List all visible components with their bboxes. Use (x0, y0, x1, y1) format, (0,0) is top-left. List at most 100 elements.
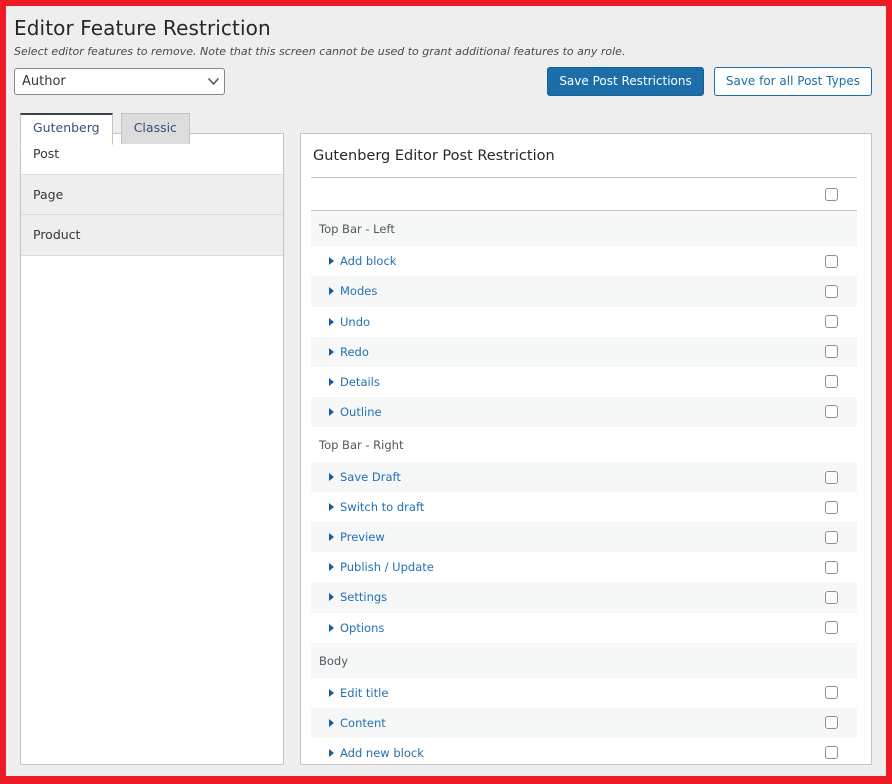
post-type-sidebar: Post Page Product (20, 133, 284, 765)
table-row[interactable]: Undo (311, 307, 861, 337)
panel-right-gutter (857, 134, 871, 764)
triangle-right-icon (329, 593, 334, 601)
feature-checkbox[interactable] (825, 255, 838, 268)
table-row[interactable]: Publish / Update (311, 552, 861, 582)
triangle-right-icon (329, 473, 334, 481)
feature-link[interactable]: Save Draft (340, 470, 401, 484)
feature-link[interactable]: Modes (340, 284, 377, 298)
feature-label-cell: Settings (311, 582, 801, 612)
feature-checkbox-cell (801, 746, 861, 759)
feature-checkbox-cell (801, 686, 861, 699)
triangle-right-icon (329, 503, 334, 511)
controls-row: Author Save Post Restrictions Save for a… (6, 59, 886, 103)
feature-link[interactable]: Switch to draft (340, 500, 424, 514)
table-row[interactable]: Switch to draft (311, 492, 861, 522)
feature-label-cell: Outline (311, 397, 801, 427)
table-row[interactable]: Redo (311, 337, 861, 367)
feature-checkbox[interactable] (825, 746, 838, 759)
section-header-body: Body (311, 643, 861, 678)
role-select-wrapper: Author (14, 68, 225, 95)
table-row[interactable]: Settings (311, 582, 861, 612)
feature-checkbox-cell (801, 591, 861, 604)
feature-label-cell: Undo (311, 307, 801, 337)
feature-checkbox-cell (801, 345, 861, 358)
save-post-restrictions-button[interactable]: Save Post Restrictions (547, 67, 703, 96)
feature-checkbox[interactable] (825, 285, 838, 298)
table-row[interactable]: Edit title (311, 678, 861, 708)
table-row[interactable]: Outline (311, 397, 861, 427)
feature-link[interactable]: Redo (340, 345, 369, 359)
feature-label-cell: Switch to draft (311, 492, 801, 522)
table-row[interactable]: Preview (311, 522, 861, 552)
table-row[interactable]: Save Draft (311, 462, 861, 492)
feature-checkbox-cell (801, 501, 861, 514)
feature-checkbox[interactable] (825, 315, 838, 328)
tab-gutenberg[interactable]: Gutenberg (20, 113, 113, 144)
feature-link[interactable]: Edit title (340, 686, 388, 700)
table-row[interactable]: Add block (311, 246, 861, 276)
select-all-checkbox[interactable] (825, 188, 838, 201)
restriction-panel: Gutenberg Editor Post Restriction Top Ba… (300, 133, 872, 765)
feature-checkbox[interactable] (825, 716, 838, 729)
page-title: Editor Feature Restriction (6, 6, 886, 42)
triangle-right-icon (329, 348, 334, 356)
section-header-label: Top Bar - Left (311, 211, 801, 246)
feature-label-cell: Save Draft (311, 462, 801, 492)
feature-link[interactable]: Content (340, 716, 386, 730)
feature-checkbox[interactable] (825, 591, 838, 604)
feature-label-cell: Add new block (311, 738, 801, 765)
save-button-group: Save Post Restrictions Save for all Post… (547, 67, 872, 96)
save-for-all-post-types-button[interactable]: Save for all Post Types (714, 67, 872, 96)
table-row[interactable]: Details (311, 367, 861, 397)
feature-checkbox[interactable] (825, 471, 838, 484)
table-row[interactable]: Options (311, 613, 861, 643)
feature-checkbox[interactable] (825, 531, 838, 544)
feature-label-cell: Preview (311, 522, 801, 552)
feature-label-cell: Options (311, 613, 801, 643)
feature-link[interactable]: Undo (340, 315, 370, 329)
feature-checkbox-cell (801, 285, 861, 298)
feature-link[interactable]: Add block (340, 254, 396, 268)
section-header-label: Body (311, 643, 801, 678)
feature-checkbox[interactable] (825, 621, 838, 634)
feature-checkbox[interactable] (825, 405, 838, 418)
triangle-right-icon (329, 719, 334, 727)
sidebar-item-page[interactable]: Page (21, 174, 283, 216)
section-header-top-bar-left: Top Bar - Left (311, 211, 861, 246)
triangle-right-icon (329, 378, 334, 386)
triangle-right-icon (329, 318, 334, 326)
content-area: Post Page Product Gutenberg Editor Post … (6, 133, 886, 765)
table-row[interactable]: Modes (311, 276, 861, 306)
feature-link[interactable]: Publish / Update (340, 560, 434, 574)
triangle-right-icon (329, 563, 334, 571)
feature-checkbox[interactable] (825, 686, 838, 699)
sidebar-item-product[interactable]: Product (21, 215, 283, 256)
feature-checkbox[interactable] (825, 561, 838, 574)
feature-label-cell: Add block (311, 246, 801, 276)
table-row[interactable]: Content (311, 708, 861, 738)
feature-checkbox-cell (801, 531, 861, 544)
triangle-right-icon (329, 749, 334, 757)
feature-link[interactable]: Options (340, 621, 384, 635)
feature-checkbox-cell (801, 255, 861, 268)
table-row[interactable]: Add new block (311, 738, 861, 765)
feature-checkbox[interactable] (825, 501, 838, 514)
feature-label-cell: Publish / Update (311, 552, 801, 582)
restriction-panel-title: Gutenberg Editor Post Restriction (311, 134, 861, 177)
feature-checkbox-cell (801, 405, 861, 418)
feature-link[interactable]: Settings (340, 590, 387, 604)
feature-checkbox-cell (801, 375, 861, 388)
feature-checkbox[interactable] (825, 345, 838, 358)
role-select[interactable]: Author (14, 68, 225, 95)
feature-link[interactable]: Outline (340, 405, 382, 419)
feature-link[interactable]: Preview (340, 530, 385, 544)
feature-link[interactable]: Add new block (340, 746, 424, 760)
admin-page: Editor Feature Restriction Select editor… (6, 6, 886, 776)
tab-classic[interactable]: Classic (121, 113, 190, 143)
feature-link[interactable]: Details (340, 375, 380, 389)
page-subtitle: Select editor features to remove. Note t… (6, 42, 886, 59)
feature-checkbox[interactable] (825, 375, 838, 388)
feature-label-cell: Edit title (311, 678, 801, 708)
editor-tabs: Gutenberg Classic (6, 103, 886, 133)
feature-table: Top Bar - Left Add block Modes (311, 177, 861, 765)
